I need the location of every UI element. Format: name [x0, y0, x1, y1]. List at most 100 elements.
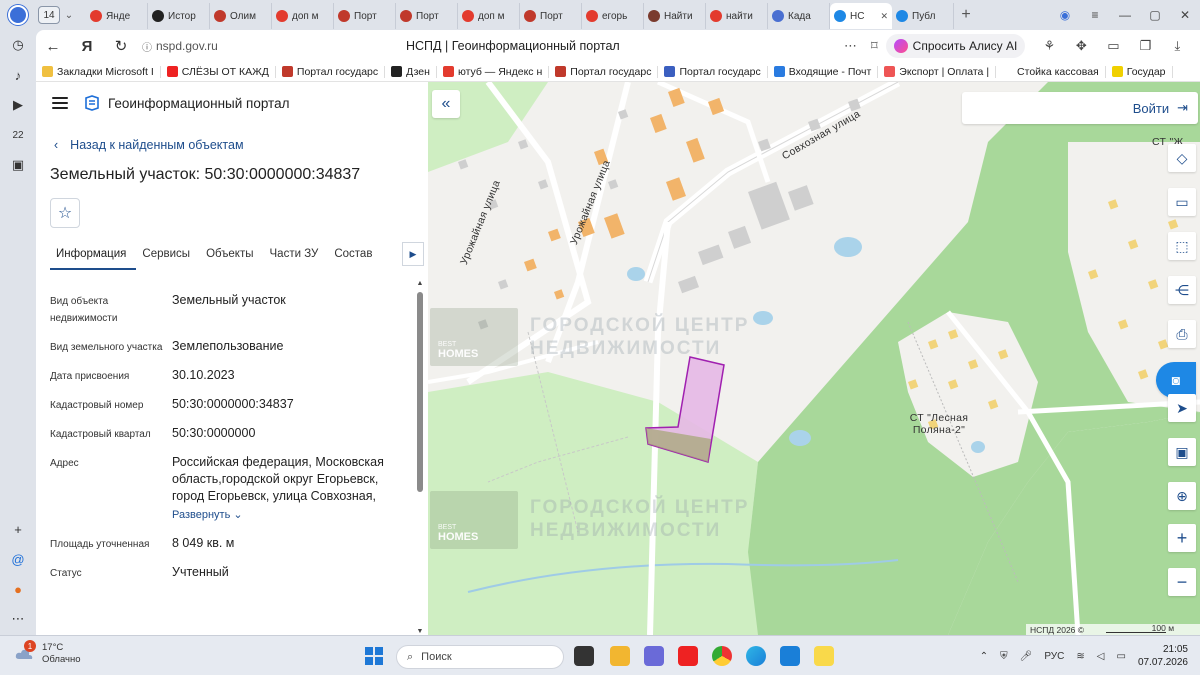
zoom-in-button[interactable]: + — [1168, 524, 1196, 552]
share-icon[interactable]: ⋲ — [1168, 276, 1196, 304]
puzzle-icon[interactable]: ✥ — [1065, 38, 1097, 54]
browser-tab[interactable]: доп м — [272, 3, 334, 29]
battery-icon[interactable]: ▭ — [1097, 38, 1129, 54]
tab-services[interactable]: Сервисы — [136, 238, 200, 270]
tabs-next-button[interactable]: ▶ — [402, 242, 424, 266]
back-button[interactable]: ← — [36, 38, 70, 55]
browser-tab[interactable]: НС ✕ — [830, 3, 892, 29]
chevron-down-icon[interactable]: ⌄ — [60, 10, 78, 21]
maximize-button[interactable]: ▢ — [1140, 8, 1170, 22]
tab-composition[interactable]: Состав — [328, 238, 382, 270]
collections-icon[interactable]: ❐ — [1129, 38, 1161, 54]
menu-icon[interactable]: ≡ — [1080, 8, 1110, 22]
yandex-browser-icon[interactable] — [814, 646, 834, 666]
battery-tray-icon[interactable]: ▭ — [1116, 651, 1125, 662]
task-view-icon[interactable] — [574, 646, 594, 666]
bookmark-item[interactable]: Входящие - Почт — [768, 65, 879, 78]
weather-widget[interactable]: 1 17°C Облачно — [14, 640, 81, 666]
bookmark-icon[interactable]: ⌑ — [871, 38, 878, 54]
hamburger-icon[interactable] — [52, 97, 68, 109]
bookmark-item[interactable]: Экспорт | Оплата | — [878, 65, 997, 78]
browser-tab[interactable]: Истор — [148, 3, 210, 29]
scroll-up-icon[interactable]: ▲ — [416, 280, 424, 287]
zoom-out-button[interactable]: − — [1168, 568, 1196, 596]
collapse-panel-button[interactable]: « — [432, 90, 460, 118]
bookmark-item[interactable]: СЛЁЗЫ ОТ КАЖД — [161, 65, 276, 78]
close-window-button[interactable]: ✕ — [1170, 8, 1200, 22]
play-icon[interactable]: ▶ — [9, 96, 27, 114]
browser-tab[interactable]: Порт — [520, 3, 582, 29]
bookmark-item[interactable]: Портал государс — [549, 65, 659, 78]
layers-icon[interactable]: ◇ — [1168, 144, 1196, 172]
browser-tab[interactable]: найти — [706, 3, 768, 29]
security-icon[interactable]: ⛨ — [1000, 651, 1008, 662]
youtube-icon[interactable] — [678, 646, 698, 666]
address-bar[interactable]: ⓘ nspd.gov.ru НСПД | Геоинформационный п… — [138, 34, 838, 58]
browser-tab[interactable]: доп м — [458, 3, 520, 29]
bookmark-item[interactable]: Портал государс — [276, 65, 386, 78]
tab-info[interactable]: Информация — [50, 238, 137, 270]
back-to-results-link[interactable]: ‹ Назад к найденным объектам — [54, 138, 428, 152]
browser-tab[interactable]: Публ — [892, 3, 954, 29]
tab-count-button[interactable]: 14 — [38, 6, 60, 24]
map-view[interactable]: BEST HOMES ГОРОДСКОЙ ЦЕНТР НЕДВИЖИМОСТИ … — [428, 82, 1200, 635]
account-icon[interactable]: ◉ — [1050, 8, 1080, 22]
browser-tab[interactable]: Порт — [396, 3, 458, 29]
bookmark-item[interactable]: Государ — [1106, 65, 1173, 78]
panel-scrollbar[interactable]: ▲ ▼ — [416, 280, 424, 635]
bookmark-item[interactable]: Стойка кассовая — [996, 65, 1106, 78]
browser-tab[interactable]: Янде — [86, 3, 148, 29]
language-indicator[interactable]: РУС — [1044, 651, 1064, 662]
browser-profile-icon[interactable] — [8, 5, 28, 25]
search-location-icon[interactable]: ⊕ — [1168, 482, 1196, 510]
mail-icon[interactable]: @ — [9, 550, 27, 568]
bookmark-item[interactable]: Портал государс — [658, 65, 768, 78]
browser-tab[interactable]: Порт — [334, 3, 396, 29]
new-tab-button[interactable]: + — [954, 6, 978, 24]
more-options-icon[interactable]: ⋯ — [844, 38, 857, 54]
close-tab-icon[interactable]: ✕ — [880, 11, 888, 22]
download-icon[interactable]: ⤓ — [1161, 38, 1193, 54]
windows-start-icon[interactable] — [364, 646, 384, 666]
bookmark-item[interactable]: ютуб — Яндекс н — [437, 65, 550, 78]
image-icon[interactable]: ▣ — [9, 156, 27, 174]
volume-icon[interactable]: ◁ — [1097, 651, 1105, 662]
app-icon[interactable]: ● — [9, 580, 27, 598]
scroll-thumb[interactable] — [417, 292, 423, 492]
clock[interactable]: 21:05 07.07.2026 — [1138, 643, 1188, 669]
minimize-button[interactable]: — — [1110, 8, 1140, 22]
scroll-down-icon[interactable]: ▼ — [416, 628, 424, 635]
timer-icon[interactable]: ◷ — [9, 36, 27, 54]
music-icon[interactable]: ♪ — [9, 66, 27, 84]
browser-tab[interactable]: Олим — [210, 3, 272, 29]
mic-icon[interactable]: 🎤︎ — [1020, 651, 1033, 662]
more-icon[interactable]: ⋯ — [9, 610, 27, 628]
chat-icon[interactable]: ◙ — [1156, 362, 1196, 398]
browser-tab[interactable]: Када — [768, 3, 830, 29]
favorite-button[interactable]: ☆ — [50, 198, 80, 228]
expand-address-link[interactable]: Развернуть ⌄ — [172, 507, 410, 524]
wifi-icon[interactable]: ≋ — [1076, 651, 1084, 662]
location-icon[interactable]: ➤ — [1168, 394, 1196, 422]
reload-button[interactable]: ↻ — [104, 37, 138, 55]
alice-button[interactable]: Спросить Алису AI — [885, 34, 1026, 58]
edge-icon[interactable] — [746, 646, 766, 666]
area-select-icon[interactable]: ⬚ — [1168, 232, 1196, 260]
minimap-icon[interactable]: ▣ — [1168, 438, 1196, 466]
mail-app-icon[interactable] — [780, 646, 800, 666]
site-info-icon[interactable]: ⓘ — [138, 39, 156, 54]
add-icon[interactable]: + — [9, 520, 27, 538]
extension-icon[interactable]: ⚘ — [1033, 38, 1065, 54]
yandex-icon[interactable]: Я — [70, 38, 104, 55]
bookmark-item[interactable]: Закладки Microsoft I — [36, 65, 161, 78]
tab-parts[interactable]: Части ЗУ — [264, 238, 329, 270]
browser-tab[interactable]: егорь — [582, 3, 644, 29]
browser-tab[interactable]: Найти — [644, 3, 706, 29]
login-button[interactable]: Войти ⇥ — [962, 92, 1198, 124]
tab-objects[interactable]: Объекты — [200, 238, 263, 270]
file-explorer-icon[interactable] — [610, 646, 630, 666]
bookmark-item[interactable]: Дзен — [385, 65, 437, 78]
taskbar-search[interactable]: ⌕ Поиск — [396, 645, 564, 669]
print-icon[interactable]: ⎙ — [1168, 320, 1196, 348]
ruler-icon[interactable]: ▭ — [1168, 188, 1196, 216]
